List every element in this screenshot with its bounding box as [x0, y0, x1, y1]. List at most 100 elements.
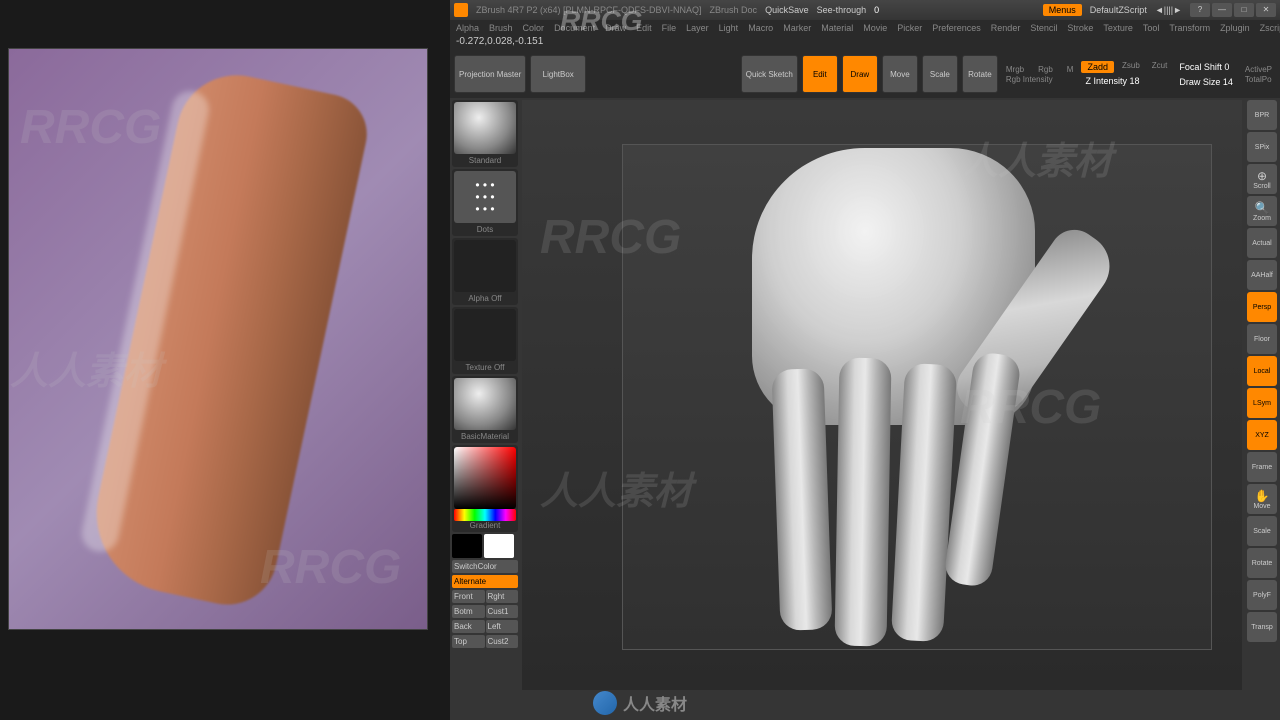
menu-macro[interactable]: Macro: [748, 23, 773, 33]
menu-render[interactable]: Render: [991, 23, 1021, 33]
zcut-button[interactable]: Zcut: [1148, 61, 1172, 73]
logo-text: 人人素材: [623, 691, 687, 715]
menu-zplugin[interactable]: Zplugin: [1220, 23, 1250, 33]
transp-button[interactable]: Transp: [1247, 612, 1277, 642]
menu-transform[interactable]: Transform: [1169, 23, 1210, 33]
cursor-coordinates: -0.272,0.028,-0.151: [450, 36, 1280, 50]
move-button[interactable]: Move: [882, 55, 918, 93]
material-selector[interactable]: BasicMaterial: [452, 376, 518, 443]
mrgb-button[interactable]: Mrgb: [1002, 65, 1028, 74]
switchcolor-button[interactable]: SwitchColor: [452, 560, 518, 573]
viewport[interactable]: [622, 144, 1212, 650]
menu-alpha[interactable]: Alpha: [456, 23, 479, 33]
alpha-thumb-icon: [454, 240, 516, 292]
menu-file[interactable]: File: [662, 23, 677, 33]
alpha-label: Alpha Off: [468, 294, 501, 303]
hue-slider[interactable]: [454, 509, 516, 521]
quicksketch-button[interactable]: Quick Sketch: [741, 55, 798, 93]
zadd-button[interactable]: Zadd: [1081, 61, 1114, 73]
menu-document[interactable]: Document: [554, 23, 595, 33]
lightbox-button[interactable]: LightBox: [530, 55, 586, 93]
zsub-button[interactable]: Zsub: [1118, 61, 1144, 73]
menu-layer[interactable]: Layer: [686, 23, 709, 33]
color-swatches: [452, 534, 518, 558]
edit-button[interactable]: Edit: [802, 55, 838, 93]
brush-selector[interactable]: Standard: [452, 100, 518, 167]
minimize-button[interactable]: —: [1212, 3, 1232, 17]
close-button[interactable]: ✕: [1256, 3, 1276, 17]
view-back-button[interactable]: Back: [452, 620, 485, 633]
window-title: ZBrush 4R7 P2 (x64) [PLMN-RPCF-QDFS-DBVI…: [476, 5, 702, 15]
local-button[interactable]: Local: [1247, 356, 1277, 386]
quicksave-label[interactable]: QuickSave: [765, 5, 809, 15]
view-right-button[interactable]: Rght: [486, 590, 519, 603]
color-picker-panel[interactable]: Gradient: [452, 445, 518, 532]
menu-color[interactable]: Color: [523, 23, 545, 33]
view-left-button[interactable]: Left: [486, 620, 519, 633]
canvas-area[interactable]: [522, 100, 1242, 690]
menu-tool[interactable]: Tool: [1143, 23, 1160, 33]
menu-stencil[interactable]: Stencil: [1030, 23, 1057, 33]
menus-button[interactable]: Menus: [1043, 4, 1082, 16]
persp-button[interactable]: Persp: [1247, 292, 1277, 322]
spix-button[interactable]: SPix: [1247, 132, 1277, 162]
texture-selector[interactable]: Texture Off: [452, 307, 518, 374]
scale-button[interactable]: Scale: [922, 55, 958, 93]
scroll-button[interactable]: ⊕Scroll: [1247, 164, 1277, 194]
menu-movie[interactable]: Movie: [863, 23, 887, 33]
view-top-button[interactable]: Top: [452, 635, 485, 648]
polyf-button[interactable]: PolyF: [1247, 580, 1277, 610]
swatch-main[interactable]: [452, 534, 482, 558]
swatch-secondary[interactable]: [484, 534, 514, 558]
pager-controls[interactable]: ◄||||►: [1155, 5, 1182, 15]
projection-master-button[interactable]: Projection Master: [454, 55, 526, 93]
stroke-selector[interactable]: Dots: [452, 169, 518, 236]
m-button[interactable]: M: [1063, 65, 1078, 74]
alternate-button[interactable]: Alternate: [452, 575, 518, 588]
scale-nav-button[interactable]: Scale: [1247, 516, 1277, 546]
texture-thumb-icon: [454, 309, 516, 361]
menu-picker[interactable]: Picker: [897, 23, 922, 33]
seethrough-value[interactable]: 0: [874, 5, 879, 15]
menu-marker[interactable]: Marker: [783, 23, 811, 33]
actual-button[interactable]: Actual: [1247, 228, 1277, 258]
menu-texture[interactable]: Texture: [1103, 23, 1133, 33]
z-intensity-slider[interactable]: Z Intensity 18: [1081, 74, 1171, 88]
view-cust1-button[interactable]: Cust1: [486, 605, 519, 618]
rgb-intensity-slider[interactable]: Rgb Intensity: [1002, 75, 1078, 84]
aahalf-button[interactable]: AAHalf: [1247, 260, 1277, 290]
menu-brush[interactable]: Brush: [489, 23, 513, 33]
draw-button[interactable]: Draw: [842, 55, 878, 93]
frame-button[interactable]: Frame: [1247, 452, 1277, 482]
color-picker-icon[interactable]: [454, 447, 516, 509]
menu-light[interactable]: Light: [719, 23, 739, 33]
xyz-button[interactable]: XYZ: [1247, 420, 1277, 450]
menu-preferences[interactable]: Preferences: [932, 23, 981, 33]
rotate-button[interactable]: Rotate: [962, 55, 998, 93]
maximize-button[interactable]: □: [1234, 3, 1254, 17]
help-button[interactable]: ?: [1190, 3, 1210, 17]
bottom-logo: 人人素材: [593, 691, 687, 715]
view-front-button[interactable]: Front: [452, 590, 485, 603]
rotate-nav-button[interactable]: Rotate: [1247, 548, 1277, 578]
menu-zscript[interactable]: Zscript: [1260, 23, 1280, 33]
menu-edit[interactable]: Edit: [636, 23, 652, 33]
zscript-name[interactable]: DefaultZScript: [1090, 5, 1147, 15]
menu-stroke[interactable]: Stroke: [1067, 23, 1093, 33]
alpha-selector[interactable]: Alpha Off: [452, 238, 518, 305]
totalpo-label: TotalPo: [1241, 75, 1276, 84]
focal-shift-slider[interactable]: Focal Shift 0: [1175, 60, 1237, 74]
view-cust2-button[interactable]: Cust2: [486, 635, 519, 648]
bpr-button[interactable]: BPR: [1247, 100, 1277, 130]
view-bottom-button[interactable]: Botm: [452, 605, 485, 618]
lsym-button[interactable]: LSym: [1247, 388, 1277, 418]
hand-sculpt-mesh[interactable]: [682, 144, 1152, 650]
draw-size-slider[interactable]: Draw Size 14: [1175, 75, 1237, 89]
menu-material[interactable]: Material: [821, 23, 853, 33]
zoom-button[interactable]: 🔍Zoom: [1247, 196, 1277, 226]
move-nav-button[interactable]: ✋Move: [1247, 484, 1277, 514]
floor-button[interactable]: Floor: [1247, 324, 1277, 354]
rgb-button[interactable]: Rgb: [1034, 65, 1057, 74]
reference-image-panel: [8, 48, 428, 630]
menu-draw[interactable]: Draw: [605, 23, 626, 33]
